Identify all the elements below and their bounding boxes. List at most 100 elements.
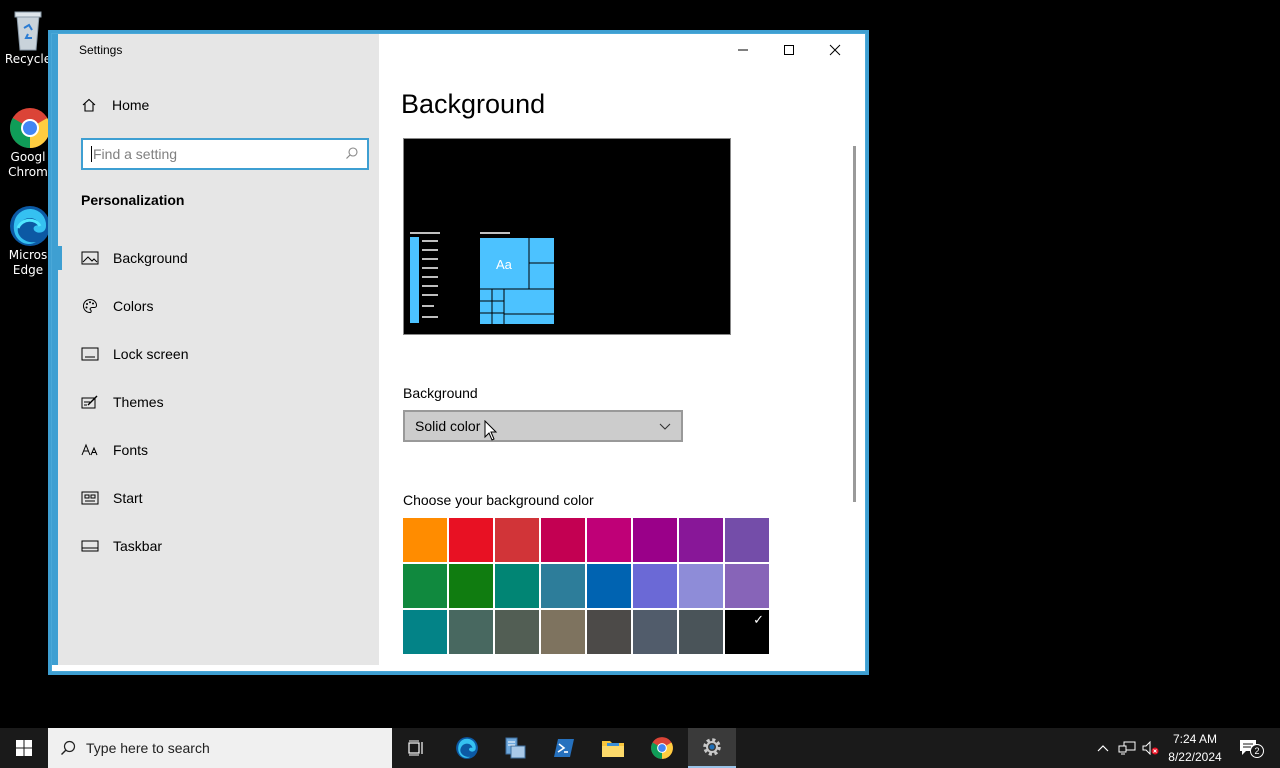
color-swatch[interactable] <box>449 564 493 608</box>
taskbar: Type here to search 7:24 AM 8/22/2024 2 <box>0 728 1280 768</box>
edge-icon <box>8 204 50 246</box>
color-swatch[interactable] <box>633 518 677 562</box>
color-swatch[interactable] <box>449 610 493 654</box>
sidebar-item-label: Taskbar <box>113 538 163 554</box>
color-swatch[interactable] <box>725 518 769 562</box>
desktop-icon-label: Googl Chrom <box>8 150 48 179</box>
search-icon <box>61 740 76 755</box>
taskbar-clock[interactable]: 7:24 AM 8/22/2024 <box>1166 730 1224 766</box>
fonts-icon <box>81 441 99 459</box>
sidebar-item-label: Colors <box>113 298 154 314</box>
chevron-up-icon <box>1097 745 1109 752</box>
text-caret <box>91 146 92 162</box>
color-swatch[interactable] <box>633 610 677 654</box>
page-title: Background <box>401 89 546 119</box>
start-button[interactable] <box>0 728 48 768</box>
desktop-icon-chrome[interactable]: Googl Chrom <box>0 106 56 180</box>
background-type-value: Solid color <box>415 418 481 434</box>
personalization-nav: Background Colors Lock screen Themes Fon… <box>58 234 379 570</box>
taskbar-app-powershell[interactable] <box>540 728 588 768</box>
taskbar-app-edge[interactable] <box>443 728 491 768</box>
sidebar-item-lock-screen[interactable]: Lock screen <box>58 330 379 378</box>
home-link[interactable]: Home <box>80 96 149 114</box>
taskbar-search-box[interactable]: Type here to search <box>48 728 392 768</box>
color-swatch[interactable] <box>587 610 631 654</box>
minimize-icon <box>738 49 748 51</box>
task-view-button[interactable] <box>392 728 440 768</box>
chrome-icon <box>651 737 673 759</box>
maximize-button[interactable] <box>766 34 812 66</box>
preview-tile-text: Aa <box>496 257 512 272</box>
home-label: Home <box>112 97 150 113</box>
sidebar-item-label: Start <box>113 490 143 506</box>
search-icon[interactable] <box>345 145 359 164</box>
powershell-icon <box>554 739 574 757</box>
background-label: Background <box>403 385 478 401</box>
sidebar-item-colors[interactable]: Colors <box>58 282 379 330</box>
sidebar-item-label: Fonts <box>113 442 149 458</box>
color-swatch[interactable] <box>495 518 539 562</box>
notification-count-badge: 2 <box>1250 744 1264 758</box>
gear-icon <box>703 738 721 756</box>
background-type-dropdown[interactable]: Solid color <box>403 410 683 442</box>
taskbar-icon <box>81 537 99 555</box>
lock-screen-icon <box>81 345 99 363</box>
window-title: Settings <box>79 43 123 57</box>
color-swatch[interactable] <box>587 518 631 562</box>
network-tray-button[interactable] <box>1116 728 1138 768</box>
color-swatch[interactable] <box>403 518 447 562</box>
sidebar-item-taskbar[interactable]: Taskbar <box>58 522 379 570</box>
taskbar-app-chrome[interactable] <box>638 728 686 768</box>
color-swatch[interactable] <box>587 564 631 608</box>
sidebar-item-start[interactable]: Start <box>58 474 379 522</box>
color-swatch-grid <box>403 518 771 654</box>
sidebar-item-fonts[interactable]: Fonts <box>58 426 379 474</box>
desktop-preview: Aa <box>403 138 731 335</box>
color-swatch[interactable] <box>449 518 493 562</box>
sidebar-item-label: Themes <box>113 394 164 410</box>
desktop-icon-edge[interactable]: Micros Edge <box>0 204 56 278</box>
picture-icon <box>81 249 99 267</box>
color-swatch[interactable] <box>541 610 585 654</box>
color-swatch[interactable] <box>403 564 447 608</box>
settings-sidebar: Settings Home Personalization Background <box>58 34 379 665</box>
sidebar-item-label: Lock screen <box>113 346 189 362</box>
home-icon <box>80 96 98 114</box>
folder-icon <box>602 741 624 757</box>
sidebar-item-themes[interactable]: Themes <box>58 378 379 426</box>
sidebar-item-background[interactable]: Background <box>58 234 379 282</box>
show-hidden-icons-button[interactable] <box>1094 728 1112 768</box>
background-color-label: Choose your background color <box>403 492 594 508</box>
themes-icon <box>81 393 99 411</box>
clock-time: 7:24 AM <box>1172 732 1218 746</box>
color-swatch[interactable] <box>495 564 539 608</box>
recycle-bin-icon <box>8 8 48 51</box>
settings-window: Settings Home Personalization Background <box>51 33 866 672</box>
color-swatch[interactable] <box>679 564 723 608</box>
taskbar-app-server-manager[interactable] <box>491 728 539 768</box>
color-swatch[interactable] <box>403 610 447 654</box>
chevron-down-icon <box>659 418 671 434</box>
action-center-button[interactable]: 2 <box>1234 728 1264 768</box>
taskbar-app-settings[interactable] <box>688 728 736 768</box>
close-button[interactable] <box>812 34 858 66</box>
color-swatch[interactable] <box>725 564 769 608</box>
maximize-icon <box>784 45 794 55</box>
color-swatch[interactable] <box>495 610 539 654</box>
desktop-icon-recycle-bin[interactable]: Recycle <box>0 8 56 67</box>
settings-search-box[interactable] <box>81 138 369 170</box>
settings-search-input[interactable] <box>93 146 345 162</box>
sidebar-item-label: Background <box>113 250 188 266</box>
minimize-button[interactable] <box>720 34 766 66</box>
color-swatch[interactable] <box>679 610 723 654</box>
content-scrollbar[interactable] <box>853 146 856 502</box>
color-swatch[interactable] <box>725 610 769 654</box>
color-swatch[interactable] <box>541 518 585 562</box>
desktop-icon-label: Recycle <box>4 52 52 66</box>
color-swatch[interactable] <box>541 564 585 608</box>
color-swatch[interactable] <box>633 564 677 608</box>
color-swatch[interactable] <box>679 518 723 562</box>
taskbar-app-file-explorer[interactable] <box>589 728 637 768</box>
volume-tray-button[interactable] <box>1140 728 1162 768</box>
server-manager-icon <box>505 737 526 759</box>
